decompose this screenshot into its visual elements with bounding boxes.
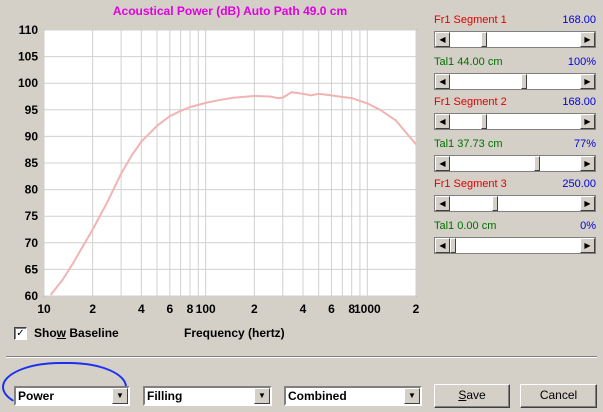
combined-select[interactable]: Combined ▼: [284, 386, 422, 406]
segment-slider[interactable]: ◀ ▶: [434, 155, 596, 172]
scroll-left-icon[interactable]: ◀: [435, 114, 450, 129]
scroll-right-icon[interactable]: ▶: [580, 114, 595, 129]
segment-slider[interactable]: ◀ ▶: [434, 73, 596, 90]
show-baseline-control[interactable]: ✓ Show Baseline: [14, 326, 119, 340]
segment-row: Tal1 37.73 cm 77%: [434, 138, 596, 152]
segment-label: Tal1 37.73 cm: [434, 138, 503, 150]
show-baseline-label: Show Baseline: [34, 326, 119, 340]
scroll-right-icon[interactable]: ▶: [580, 74, 595, 89]
segment-slider[interactable]: ◀ ▶: [434, 237, 596, 254]
show-baseline-checkbox[interactable]: ✓: [14, 326, 27, 340]
scroll-left-icon[interactable]: ◀: [435, 32, 450, 47]
slider-thumb[interactable]: [520, 74, 527, 89]
scroll-left-icon[interactable]: ◀: [435, 196, 450, 211]
scroll-left-icon[interactable]: ◀: [435, 238, 450, 253]
segment-label: Fr1 Segment 3: [434, 178, 507, 190]
slider-thumb[interactable]: [534, 156, 541, 171]
x-tick-label: 100: [196, 302, 216, 316]
y-tick-label: 90: [25, 129, 39, 143]
combined-select-value: Combined: [288, 389, 347, 403]
x-tick-label: 4: [300, 302, 307, 316]
scroll-right-icon[interactable]: ▶: [580, 238, 595, 253]
y-tick-label: 100: [18, 76, 38, 90]
scroll-right-icon[interactable]: ▶: [580, 32, 595, 47]
chart-title: Acoustical Power (dB) Auto Path 49.0 cm: [112, 4, 348, 18]
segment-label: Fr1 Segment 1: [434, 14, 507, 26]
divider: [6, 356, 597, 358]
segment-value: 168.00: [562, 14, 596, 26]
x-tick-label: 6: [328, 302, 335, 316]
y-tick-label: 75: [25, 209, 39, 223]
segment-value: 168.00: [562, 96, 596, 108]
segment-value: 250.00: [562, 178, 596, 190]
slider-thumb[interactable]: [492, 196, 499, 211]
slider-thumb[interactable]: [481, 32, 487, 47]
y-tick-label: 110: [19, 23, 39, 37]
scroll-left-icon[interactable]: ◀: [435, 74, 450, 89]
segment-slider[interactable]: ◀ ▶: [434, 31, 596, 48]
y-tick-label: 60: [25, 289, 39, 303]
segment-row: Tal1 44.00 cm 100%: [434, 56, 596, 70]
segment-row: Fr1 Segment 2 168.00: [434, 96, 596, 110]
segment-slider[interactable]: ◀ ▶: [434, 113, 596, 130]
scroll-right-icon[interactable]: ▶: [580, 196, 595, 211]
scroll-left-icon[interactable]: ◀: [435, 156, 450, 171]
x-tick-label: 2: [251, 302, 258, 316]
x-tick-label: 1000: [354, 302, 381, 316]
segment-value: 100%: [567, 56, 596, 68]
y-tick-label: 105: [18, 50, 38, 64]
filling-select-value: Filling: [147, 389, 183, 403]
slider-thumb[interactable]: [481, 114, 487, 129]
segment-row: Tal1 0.00 cm 0%: [434, 220, 596, 234]
segment-slider[interactable]: ◀ ▶: [434, 195, 596, 212]
segment-label: Fr1 Segment 2: [434, 96, 507, 108]
frequency-response-chart: 110100908070601059585756510 2 4 6 8 100 2 4 6 810…: [18, 23, 420, 316]
save-button[interactable]: Save: [434, 384, 510, 408]
segment-value: 77%: [573, 138, 596, 150]
y-tick-label: 85: [25, 156, 39, 170]
x-tick-label: 10: [37, 302, 51, 316]
x-tick-label: 6: [166, 302, 173, 316]
power-select[interactable]: Power ▼: [14, 386, 130, 406]
filling-select[interactable]: Filling ▼: [143, 386, 272, 406]
y-tick-label: 80: [25, 183, 39, 197]
segment-row: Fr1 Segment 3 250.00: [434, 178, 596, 192]
power-select-value: Power: [18, 389, 55, 403]
segment-value: 0%: [580, 220, 596, 232]
y-tick-label: 65: [25, 262, 39, 276]
chevron-down-icon[interactable]: ▼: [112, 388, 128, 404]
x-tick-label: 2: [413, 302, 420, 316]
scroll-right-icon[interactable]: ▶: [580, 156, 595, 171]
segment-row: Fr1 Segment 1 168.00: [434, 14, 596, 28]
y-tick-label: 95: [25, 103, 39, 117]
chevron-down-icon[interactable]: ▼: [404, 388, 420, 404]
cancel-button[interactable]: Cancel: [520, 384, 597, 408]
x-tick-label: 4: [138, 302, 145, 316]
y-tick-label: 70: [25, 236, 39, 250]
chevron-down-icon[interactable]: ▼: [254, 388, 270, 404]
segment-label: Tal1 44.00 cm: [434, 56, 503, 68]
x-axis-label: Frequency (hertz): [184, 326, 285, 340]
segment-label: Tal1 0.00 cm: [434, 220, 497, 232]
x-tick-label: 2: [89, 302, 96, 316]
x-tick-label: 8: [187, 302, 194, 316]
slider-thumb[interactable]: [450, 238, 456, 253]
